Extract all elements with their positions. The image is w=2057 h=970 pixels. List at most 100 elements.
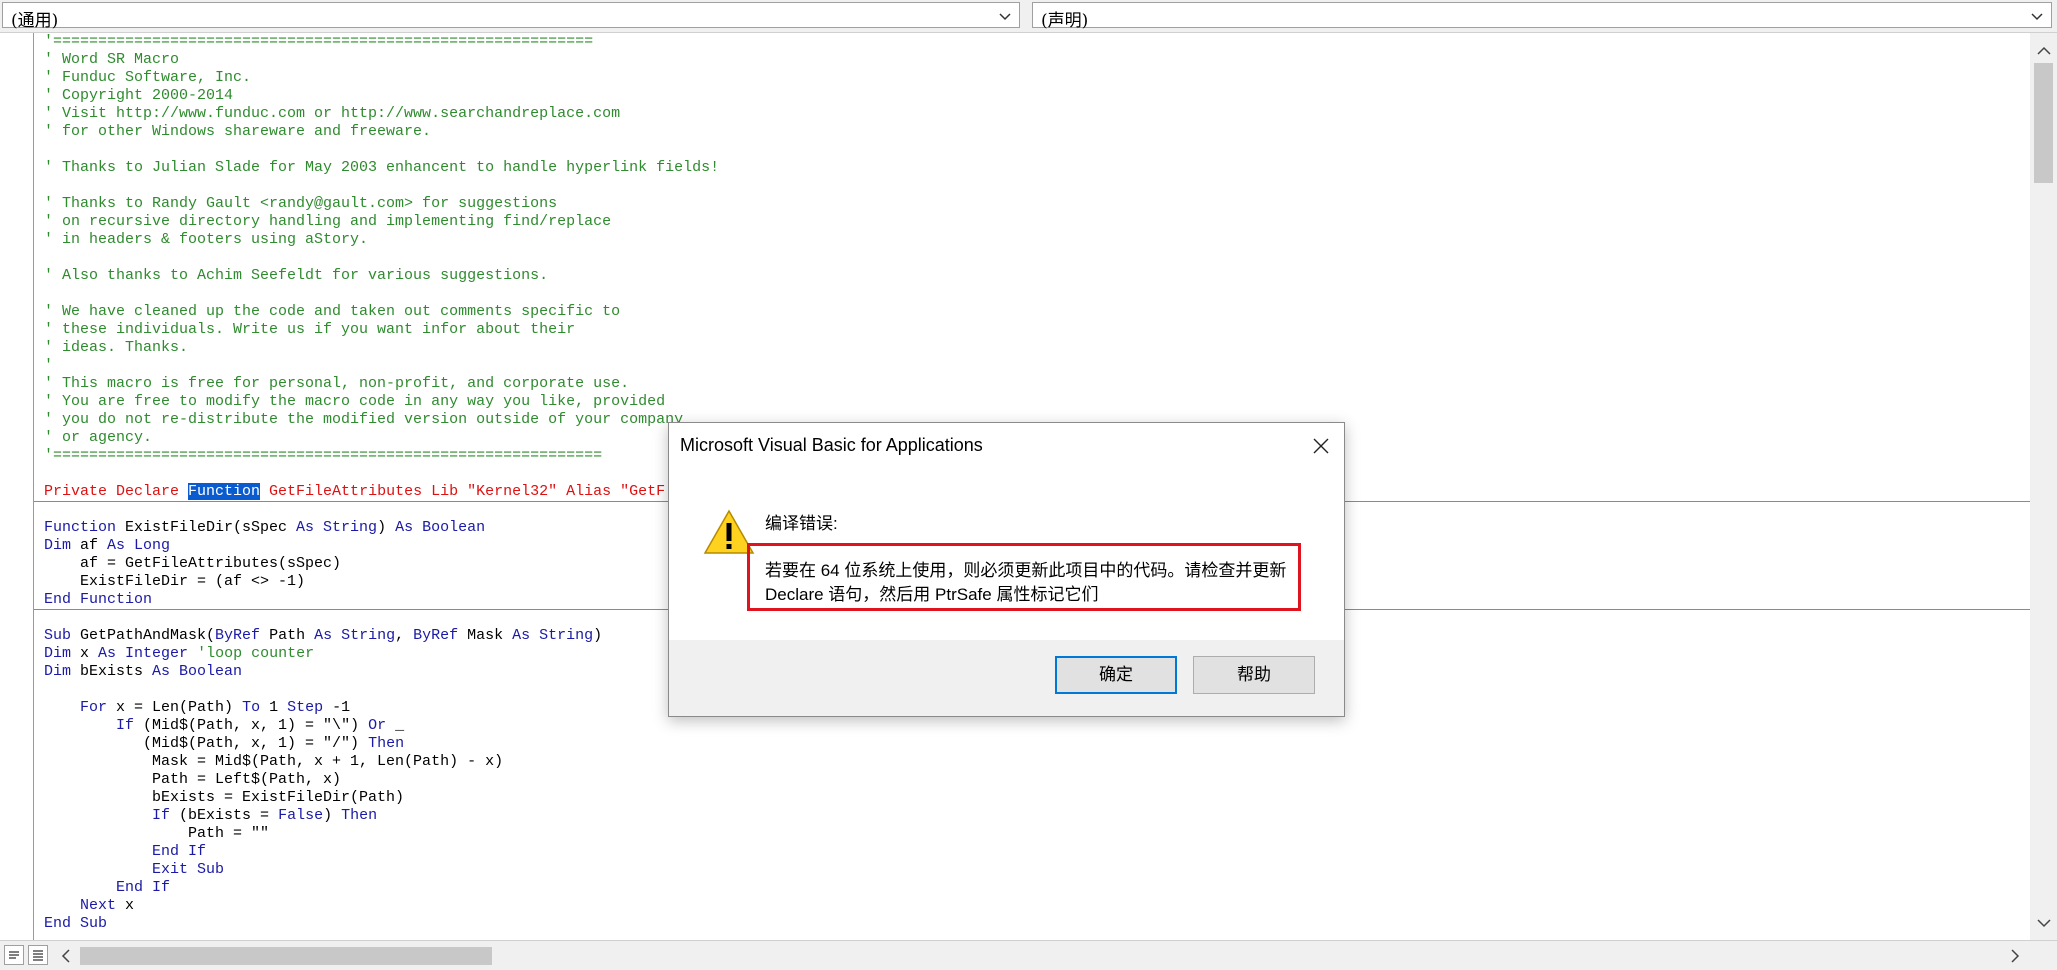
- dialog-title: Microsoft Visual Basic for Applications: [680, 435, 983, 455]
- scroll-up-icon[interactable]: [2034, 41, 2054, 61]
- code-token: Path = Left$(Path, x): [44, 771, 342, 788]
- full-module-view-button[interactable]: [28, 945, 48, 965]
- chevron-down-icon: [2031, 13, 2043, 21]
- scroll-left-icon[interactable]: [56, 946, 76, 966]
- full-module-view-icon: [33, 950, 43, 961]
- vertical-scrollbar[interactable]: [2030, 33, 2057, 940]
- code-line[interactable]: ': [44, 357, 2030, 375]
- code-line[interactable]: (Mid$(Path, x, 1) = "/") Then: [44, 735, 2030, 753]
- code-line[interactable]: ' Thanks to Julian Slade for May 2003 en…: [44, 159, 2030, 177]
- code-token: GetPathAndMask(: [80, 627, 216, 644]
- code-line[interactable]: ' We have cleaned up the code and taken …: [44, 303, 2030, 321]
- horizontal-scroll-thumb[interactable]: [80, 947, 492, 965]
- code-token: Private Declare: [44, 483, 189, 500]
- code-token: As String: [512, 627, 594, 644]
- code-token: ' You are free to modify the macro code …: [44, 393, 666, 410]
- code-token: Dim: [44, 645, 81, 662]
- margin-indicator-bar[interactable]: [0, 33, 34, 940]
- code-token: ): [323, 807, 342, 824]
- code-token: ' these individuals. Write us if you wan…: [44, 321, 576, 338]
- horizontal-scrollbar[interactable]: [0, 940, 2057, 970]
- code-line[interactable]: Path = Left$(Path, x): [44, 771, 2030, 789]
- code-token: ByRef: [413, 627, 468, 644]
- code-line[interactable]: [44, 249, 2030, 267]
- code-token: ': [44, 357, 54, 374]
- code-token: As Boolean: [395, 519, 486, 536]
- code-line[interactable]: Next x: [44, 897, 2030, 915]
- procedure-dropdown[interactable]: (声明): [1032, 2, 2052, 31]
- code-line[interactable]: ' these individuals. Write us if you wan…: [44, 321, 2030, 339]
- code-line[interactable]: ' in headers & footers using aStory.: [44, 231, 2030, 249]
- code-token: Sub: [44, 627, 81, 644]
- code-line[interactable]: Mask = Mid$(Path, x + 1, Len(Path) - x): [44, 753, 2030, 771]
- compile-error-dialog: Microsoft Visual Basic for Applications …: [668, 422, 1345, 717]
- code-line[interactable]: ' Visit http://www.funduc.com or http://…: [44, 105, 2030, 123]
- code-line[interactable]: bExists = ExistFileDir(Path): [44, 789, 2030, 807]
- code-token: As Long: [107, 537, 171, 554]
- code-token: False: [278, 807, 324, 824]
- code-token: Mask = Mid$(Path, x + 1, Len(Path) - x): [44, 753, 504, 770]
- code-token: Dim: [44, 663, 81, 680]
- code-line[interactable]: [44, 177, 2030, 195]
- error-message-line: 若要在 64 位系统上使用，则必须更新此项目中的代码。请检查并更新: [765, 561, 1287, 580]
- code-line[interactable]: ' Copyright 2000-2014: [44, 87, 2030, 105]
- code-token: ExistFileDir = (af <> -1): [44, 573, 306, 590]
- code-token: As Integer: [98, 645, 198, 662]
- code-token: ' Also thanks to Achim Seefeldt for vari…: [44, 267, 549, 284]
- code-line[interactable]: Path = "": [44, 825, 2030, 843]
- help-button[interactable]: 帮助: [1193, 656, 1315, 694]
- code-token: Dim: [44, 537, 81, 554]
- code-token: GetFileAttributes Lib "Kernel32" Alias "…: [260, 483, 666, 500]
- code-token: ): [593, 627, 603, 644]
- code-token: End If: [152, 843, 207, 860]
- code-line[interactable]: End If: [44, 843, 2030, 861]
- code-line[interactable]: ' Funduc Software, Inc.: [44, 69, 2030, 87]
- code-line[interactable]: ' This macro is free for personal, non-p…: [44, 375, 2030, 393]
- code-line[interactable]: ' Word SR Macro: [44, 51, 2030, 69]
- code-token: -1: [332, 699, 351, 716]
- code-line[interactable]: Exit Sub: [44, 861, 2030, 879]
- code-token: _: [395, 717, 405, 734]
- code-line[interactable]: ' You are free to modify the macro code …: [44, 393, 2030, 411]
- scroll-right-icon[interactable]: [2005, 946, 2025, 966]
- code-line[interactable]: ' ideas. Thanks.: [44, 339, 2030, 357]
- code-token: ' Copyright 2000-2014: [44, 87, 234, 104]
- code-token: x = Len(Path): [116, 699, 243, 716]
- vertical-scroll-thumb[interactable]: [2034, 63, 2053, 183]
- code-token: ByRef: [215, 627, 270, 644]
- code-line[interactable]: ' on recursive directory handling and im…: [44, 213, 2030, 231]
- procedure-view-button[interactable]: [4, 945, 24, 965]
- code-token: Path: [269, 627, 315, 644]
- code-token: (Mid$(Path, x, 1) = "/"): [44, 735, 369, 752]
- code-token: (Mid$(Path, x, 1) = "\"): [143, 717, 369, 734]
- code-token: Or: [368, 717, 396, 734]
- code-line[interactable]: ' Thanks to Randy Gault <randy@gault.com…: [44, 195, 2030, 213]
- code-token: End Sub: [44, 915, 108, 932]
- code-token: ' We have cleaned up the code and taken …: [44, 303, 621, 320]
- code-line[interactable]: [44, 141, 2030, 159]
- code-token: ' ideas. Thanks.: [44, 339, 189, 356]
- code-line[interactable]: If (Mid$(Path, x, 1) = "\") Or _: [44, 717, 2030, 735]
- code-line[interactable]: End If: [44, 879, 2030, 897]
- scroll-down-icon[interactable]: [2034, 913, 2054, 933]
- object-dropdown[interactable]: (通用): [2, 2, 1020, 31]
- code-token: ' This macro is free for personal, non-p…: [44, 375, 630, 392]
- code-line[interactable]: [44, 285, 2030, 303]
- error-message-line: Declare 语句，然后用 PtrSafe 属性标记它们: [765, 585, 1099, 604]
- ok-button[interactable]: 确定: [1055, 656, 1177, 694]
- code-token: If: [152, 807, 180, 824]
- dialog-button-area: 确定 帮助: [669, 640, 1344, 716]
- code-line[interactable]: ' for other Windows shareware and freewa…: [44, 123, 2030, 141]
- close-icon[interactable]: [1312, 437, 1330, 455]
- code-line[interactable]: If (bExists = False) Then: [44, 807, 2030, 825]
- code-line[interactable]: ' Also thanks to Achim Seefeldt for vari…: [44, 267, 2030, 285]
- code-line[interactable]: '=======================================…: [44, 33, 2030, 51]
- code-line[interactable]: End Sub: [44, 915, 2030, 933]
- code-token: ' Thanks to Julian Slade for May 2003 en…: [44, 159, 720, 176]
- code-token: ' on recursive directory handling and im…: [44, 213, 612, 230]
